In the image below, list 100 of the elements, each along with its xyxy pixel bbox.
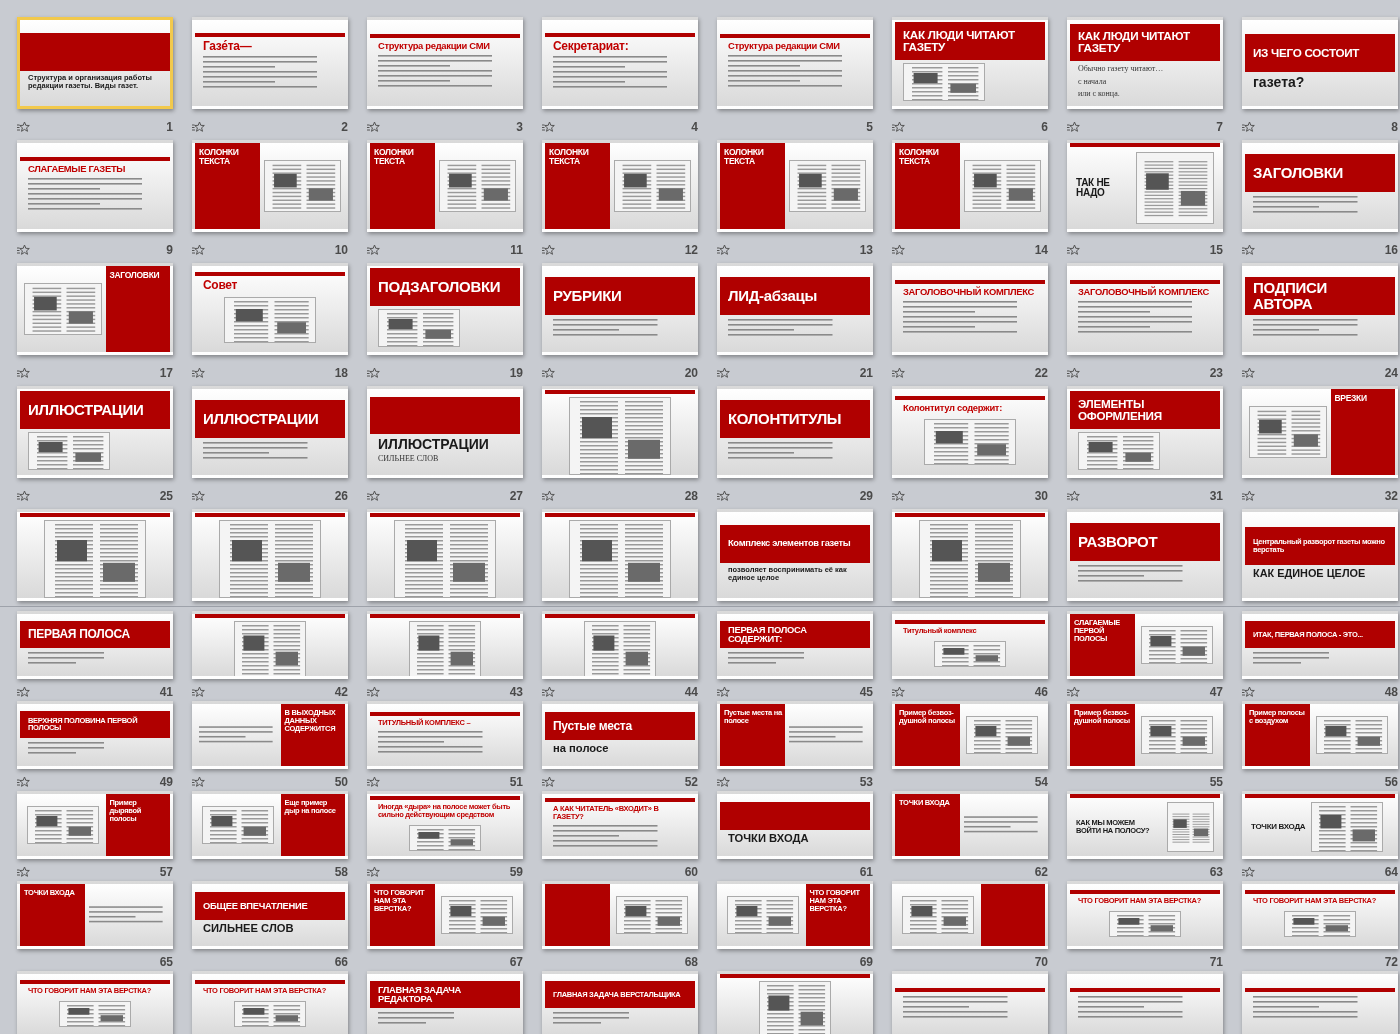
slide-thumbnail[interactable]: ЗАГОЛОВОЧНЫЙ КОМПЛЕКС [892, 263, 1048, 355]
slide-thumbnail[interactable] [367, 509, 523, 601]
transition-icon[interactable] [192, 367, 205, 379]
slide-thumbnail[interactable]: ТОЧКИ ВХОДА [1242, 791, 1398, 859]
slide-thumbnail[interactable]: КОЛОНТИТУЛЫ [717, 386, 873, 478]
transition-icon[interactable] [892, 244, 905, 256]
slide-thumbnail[interactable]: ВРЕЗКИ [1242, 386, 1398, 478]
transition-icon[interactable] [17, 866, 30, 878]
slide-thumbnail[interactable]: ПОДПИСИ АВТОРА [1242, 263, 1398, 355]
transition-icon[interactable] [1067, 686, 1080, 698]
slide-thumbnail[interactable]: ЗАГОЛОВОЧНЫЙ КОМПЛЕКС [1067, 263, 1223, 355]
transition-icon[interactable] [17, 121, 30, 133]
transition-icon[interactable] [542, 367, 555, 379]
transition-icon[interactable] [367, 776, 380, 788]
slide-thumbnail[interactable]: СЛАГАЕМЫЕ ГАЗЕТЫ [17, 140, 173, 232]
transition-icon[interactable] [17, 776, 30, 788]
slide-thumbnail[interactable] [192, 611, 348, 679]
slide-thumbnail[interactable]: КАК ЛЮДИ ЧИТАЮТ ГАЗЕТУ [892, 17, 1048, 109]
transition-icon[interactable] [192, 244, 205, 256]
slide-thumbnail[interactable]: КОЛОНКИ ТЕКСТА [367, 140, 523, 232]
slide-thumbnail[interactable]: ИЛЛЮСТРАЦИИ [192, 386, 348, 478]
slide-thumbnail[interactable]: ЗАГОЛОВКИ [1242, 140, 1398, 232]
transition-icon[interactable] [1242, 244, 1255, 256]
transition-icon[interactable] [1242, 866, 1255, 878]
transition-icon[interactable] [542, 490, 555, 502]
slide-thumbnail[interactable]: Секретариат: [542, 17, 698, 109]
slide-thumbnail[interactable]: Совет [192, 263, 348, 355]
slide-thumbnail[interactable]: ПОДЗАГОЛОВКИ [367, 263, 523, 355]
slide-thumbnail[interactable] [542, 509, 698, 601]
slide-thumbnail[interactable] [1067, 971, 1223, 1034]
transition-icon[interactable] [892, 490, 905, 502]
transition-icon[interactable] [717, 367, 730, 379]
transition-icon[interactable] [892, 686, 905, 698]
transition-icon[interactable] [1242, 686, 1255, 698]
slide-thumbnail[interactable] [367, 611, 523, 679]
transition-icon[interactable] [192, 490, 205, 502]
slide-thumbnail[interactable]: ИЗ ЧЕГО СОСТОИТ газета? [1242, 17, 1398, 109]
slide-thumbnail[interactable]: ПЕРВАЯ ПОЛОСА [17, 611, 173, 679]
slide-thumbnail[interactable] [1242, 971, 1398, 1034]
slide-thumbnail[interactable]: Газе́та— [192, 17, 348, 109]
slide-thumbnail[interactable]: Пустые места на полосе [542, 701, 698, 769]
slide-thumbnail[interactable]: Структура редакции СМИ [367, 17, 523, 109]
slide-thumbnail[interactable]: ТАК НЕ НАДО [1067, 140, 1223, 232]
slide-thumbnail[interactable] [892, 881, 1048, 949]
transition-icon[interactable] [17, 490, 30, 502]
slide-thumbnail[interactable]: КОЛОНКИ ТЕКСТА [717, 140, 873, 232]
transition-icon[interactable] [892, 367, 905, 379]
slide-thumbnail[interactable]: КАК ЛЮДИ ЧИТАЮТ ГАЗЕТУ Обычно газету читают… с начала или с конца. [1067, 17, 1223, 109]
transition-icon[interactable] [542, 776, 555, 788]
transition-icon[interactable] [717, 244, 730, 256]
transition-icon[interactable] [367, 367, 380, 379]
slide-thumbnail[interactable]: ГЛАВНАЯ ЗАДАЧА РЕДАКТОРА [367, 971, 523, 1034]
transition-icon[interactable] [192, 776, 205, 788]
transition-icon[interactable] [367, 244, 380, 256]
transition-icon[interactable] [17, 686, 30, 698]
slide-thumbnail[interactable]: Структура редакции СМИ [717, 17, 873, 109]
transition-icon[interactable] [717, 776, 730, 788]
transition-icon[interactable] [367, 866, 380, 878]
transition-icon[interactable] [17, 244, 30, 256]
slide-thumbnail[interactable]: ПЕРВАЯ ПОЛОСА СОДЕРЖИТ: [717, 611, 873, 679]
transition-icon[interactable] [542, 686, 555, 698]
transition-icon[interactable] [1067, 367, 1080, 379]
slide-thumbnail[interactable] [192, 509, 348, 601]
slide-thumbnail[interactable] [717, 971, 873, 1034]
transition-icon[interactable] [1242, 121, 1255, 133]
slide-thumbnail[interactable]: ОБЩЕЕ ВПЕЧАТЛЕНИЕ СИЛЬНЕЕ СЛОВ [192, 881, 348, 949]
slide-thumbnail[interactable] [892, 971, 1048, 1034]
slide-thumbnail[interactable]: ТОЧКИ ВХОДА [717, 791, 873, 859]
transition-icon[interactable] [892, 121, 905, 133]
slide-thumbnail[interactable]: КОЛОНКИ ТЕКСТА [892, 140, 1048, 232]
slide-thumbnail[interactable] [892, 509, 1048, 601]
transition-icon[interactable] [1067, 121, 1080, 133]
transition-icon[interactable] [17, 367, 30, 379]
slide-thumbnail[interactable]: ИЛЛЮСТРАЦИИ [17, 386, 173, 478]
slide-thumbnail[interactable]: ИЛЛЮСТРАЦИИ СИЛЬНЕЕ СЛОВ [367, 386, 523, 478]
slide-thumbnail[interactable]: РУБРИКИ [542, 263, 698, 355]
slide-thumbnail[interactable] [17, 509, 173, 601]
transition-icon[interactable] [717, 490, 730, 502]
slide-thumbnail[interactable] [542, 386, 698, 478]
transition-icon[interactable] [367, 686, 380, 698]
transition-icon[interactable] [192, 686, 205, 698]
transition-icon[interactable] [1067, 490, 1080, 502]
transition-icon[interactable] [1242, 490, 1255, 502]
slide-thumbnail[interactable]: ЭЛЕМЕНТЫ ОФОРМЛЕНИЯ [1067, 386, 1223, 478]
transition-icon[interactable] [1242, 367, 1255, 379]
slide-thumbnail[interactable]: КОЛОНКИ ТЕКСТА [192, 140, 348, 232]
slide-thumbnail[interactable]: РАЗВОРОТ [1067, 509, 1223, 601]
transition-icon[interactable] [367, 490, 380, 502]
transition-icon[interactable] [542, 244, 555, 256]
slide-thumbnail[interactable]: Колонтитул содержит: [892, 386, 1048, 478]
transition-icon[interactable] [542, 121, 555, 133]
slide-thumbnail[interactable]: КОЛОНКИ ТЕКСТА [542, 140, 698, 232]
transition-icon[interactable] [192, 121, 205, 133]
transition-icon[interactable] [717, 686, 730, 698]
slide-thumbnail[interactable] [542, 881, 698, 949]
slide-thumbnail[interactable] [542, 611, 698, 679]
transition-icon[interactable] [1067, 244, 1080, 256]
transition-icon[interactable] [367, 121, 380, 133]
slide-thumbnail[interactable]: ЛИД-абзацы [717, 263, 873, 355]
slide-thumbnail[interactable]: ЗАГОЛОВКИ [17, 263, 173, 355]
